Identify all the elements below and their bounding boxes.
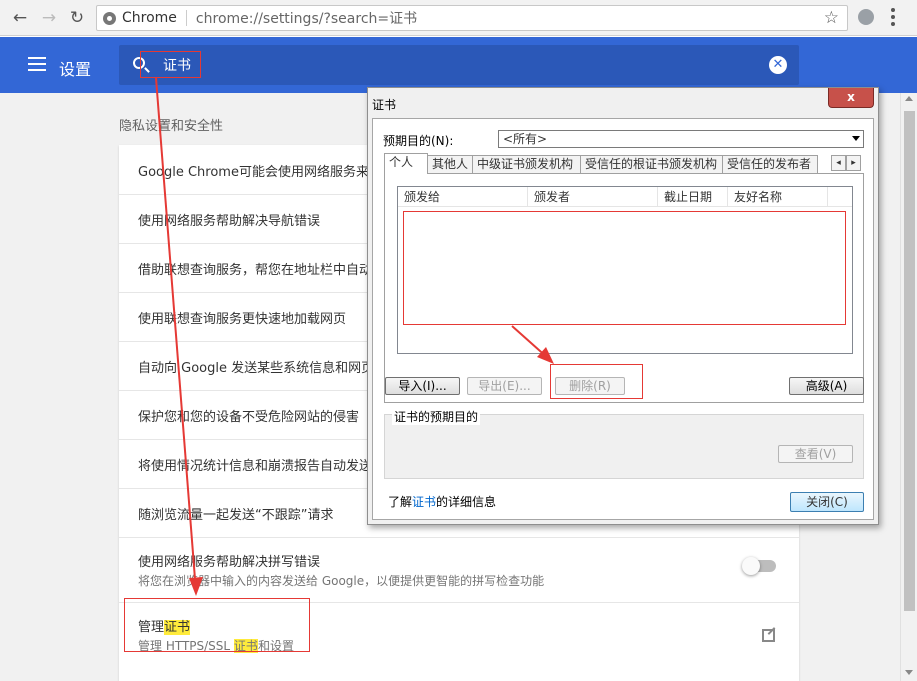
site-chip: Chrome xyxy=(97,10,177,26)
column-issued-by[interactable]: 颁发者 xyxy=(528,187,658,206)
row-label: 借助联想查询服务，帮您在地址栏中自动 xyxy=(138,263,373,278)
row-label: 使用网络服务帮助解决导航错误 xyxy=(138,214,321,229)
scroll-up-icon[interactable] xyxy=(905,96,913,101)
spell-check-row[interactable]: 使用网络服务帮助解决拼写错误 将您在浏览器中输入的内容发送给 Google，以便… xyxy=(119,537,799,602)
settings-search[interactable]: 证书 ✕ xyxy=(119,45,799,85)
row-label: Google Chrome可能会使用网络服务来改 xyxy=(138,165,382,180)
tab-scroll: ◂ ▸ xyxy=(831,155,861,171)
omnibox-divider xyxy=(185,10,187,26)
url-text[interactable]: chrome://settings/?search=证书 xyxy=(196,8,417,28)
certificates-dialog: 证书 x 预期目的(N): <所有> 个人 其他人 中级证书颁发机构 受信任的根… xyxy=(367,87,879,525)
tab-scroll-left-icon[interactable]: ◂ xyxy=(831,155,846,171)
learn-more-text: 了解证书的详细信息 xyxy=(388,495,497,509)
row-label: 将使用情况统计信息和崩溃报告自动发送 xyxy=(138,459,373,474)
row-label: 自动向 Google 发送某些系统信息和网页 xyxy=(138,361,375,376)
dialog-close-icon[interactable]: x xyxy=(828,88,874,108)
extension-icon[interactable] xyxy=(858,9,874,25)
page-title: 设置 xyxy=(59,60,92,79)
export-button[interactable]: 导出(E)... xyxy=(467,377,542,395)
scroll-thumb[interactable] xyxy=(904,111,915,611)
purpose-label: 预期目的(N): xyxy=(383,134,454,148)
address-bar[interactable]: Chrome chrome://settings/?search=证书 ☆ xyxy=(96,5,848,31)
close-button[interactable]: 关闭(C) xyxy=(790,492,864,512)
list-annotation-box xyxy=(403,211,846,325)
list-header: 颁发给 颁发者 截止日期 友好名称 xyxy=(398,187,852,207)
browser-menu-icon[interactable] xyxy=(891,8,895,26)
tab-trusted-publishers[interactable]: 受信任的发布者 xyxy=(722,155,818,174)
site-name: Chrome xyxy=(122,10,177,26)
scroll-down-icon[interactable] xyxy=(905,670,913,675)
column-friendly-name[interactable]: 友好名称 xyxy=(728,187,828,206)
bookmark-star-icon[interactable]: ☆ xyxy=(824,8,839,28)
clear-search-icon[interactable]: ✕ xyxy=(769,56,787,74)
purpose-value: <所有> xyxy=(503,132,548,146)
row-label: 保护您和您的设备不受危险网站的侵害 xyxy=(138,410,360,425)
certificate-tabs: 个人 其他人 中级证书颁发机构 受信任的根证书颁发机构 受信任的发布者 xyxy=(384,153,818,174)
external-link-icon[interactable] xyxy=(762,629,775,642)
view-button[interactable]: 查看(V) xyxy=(778,445,853,463)
column-issued-to[interactable]: 颁发给 xyxy=(398,187,528,206)
row-label: 随浏览流量一起发送“不跟踪”请求 xyxy=(138,508,334,523)
row-label: 使用联想查询服务更快速地加载网页 xyxy=(138,312,347,327)
row-description: 将您在浏览器中输入的内容发送给 Google，以便提供更智能的拼写检查功能 xyxy=(138,574,545,588)
tab-others[interactable]: 其他人 xyxy=(427,155,473,174)
dialog-body: 预期目的(N): <所有> 个人 其他人 中级证书颁发机构 受信任的根证书颁发机… xyxy=(372,118,874,520)
hamburger-menu-icon[interactable] xyxy=(28,57,46,71)
row-label: 使用网络服务帮助解决拼写错误 xyxy=(138,555,321,570)
group-label: 证书的预期目的 xyxy=(392,408,481,425)
chrome-logo-icon xyxy=(103,11,116,25)
browser-toolbar: ← → ↻ Chrome chrome://settings/?search=证… xyxy=(0,0,917,36)
purpose-select[interactable]: <所有> xyxy=(498,130,864,148)
section-title: 隐私设置和安全性 xyxy=(119,119,224,134)
forward-arrow-icon[interactable]: → xyxy=(38,7,60,29)
advanced-button[interactable]: 高级(A) xyxy=(789,377,864,395)
back-arrow-icon[interactable]: ← xyxy=(9,7,31,29)
learn-more-link[interactable]: 证书 xyxy=(412,495,436,509)
tab-trusted-root-ca[interactable]: 受信任的根证书颁发机构 xyxy=(580,155,723,174)
reload-icon[interactable]: ↻ xyxy=(66,7,88,29)
tab-scroll-right-icon[interactable]: ▸ xyxy=(846,155,861,171)
import-button[interactable]: 导入(I)... xyxy=(385,377,460,395)
dropdown-arrow-icon xyxy=(852,136,860,141)
tab-personal[interactable]: 个人 xyxy=(384,153,428,174)
column-expiration[interactable]: 截止日期 xyxy=(658,187,728,206)
settings-header: 设置 证书 ✕ xyxy=(0,37,917,93)
search-annotation-box xyxy=(140,51,201,78)
page-scrollbar[interactable] xyxy=(900,93,917,681)
dialog-title: 证书 xyxy=(372,98,397,112)
manage-annotation-box xyxy=(124,598,310,652)
spell-check-toggle[interactable] xyxy=(742,557,776,575)
remove-annotation-box xyxy=(550,364,643,399)
certificate-list[interactable]: 颁发给 颁发者 截止日期 友好名称 xyxy=(397,186,853,354)
tab-intermediate-ca[interactable]: 中级证书颁发机构 xyxy=(472,155,581,174)
screen: ← → ↻ Chrome chrome://settings/?search=证… xyxy=(0,0,917,681)
